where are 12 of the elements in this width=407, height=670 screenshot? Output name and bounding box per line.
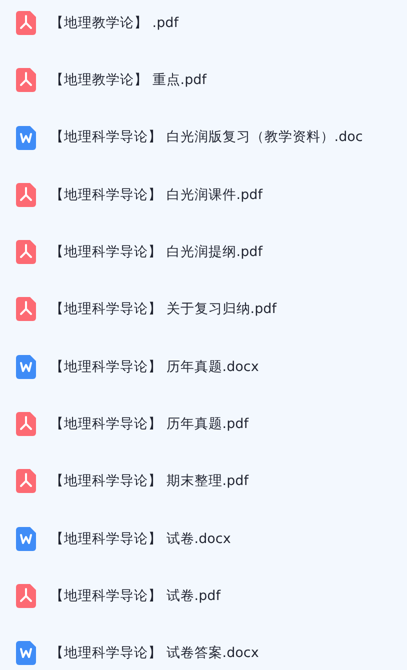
- file-name[interactable]: 【地理教学论】 重点.pdf: [50, 70, 206, 90]
- file-name[interactable]: 【地理科学导论】 关于复习归纳.pdf: [50, 299, 276, 320]
- file-name[interactable]: 【地理科学导论】 期末整理.pdf: [50, 471, 248, 492]
- file-name[interactable]: 【地理科学导论】 试卷答案.docx: [50, 643, 259, 664]
- file-name[interactable]: 【地理科学导论】 历年真题.pdf: [50, 414, 248, 434]
- file-name[interactable]: 【地理科学导论】 历年真题.docx: [50, 356, 259, 377]
- file-name[interactable]: 【地理教学论】 .pdf: [50, 12, 178, 34]
- file-name[interactable]: 【地理科学导论】 试卷.docx: [50, 528, 231, 549]
- file-name[interactable]: 【地理科学导论】 白光润提纲.pdf: [50, 242, 262, 262]
- file-name[interactable]: 【地理科学导论】 白光润版复习（教学资料）.doc: [50, 127, 363, 148]
- file-name[interactable]: 【地理科学导论】 试卷.pdf: [50, 586, 220, 606]
- file-name[interactable]: 【地理科学导论】 白光润课件.pdf: [50, 184, 262, 206]
